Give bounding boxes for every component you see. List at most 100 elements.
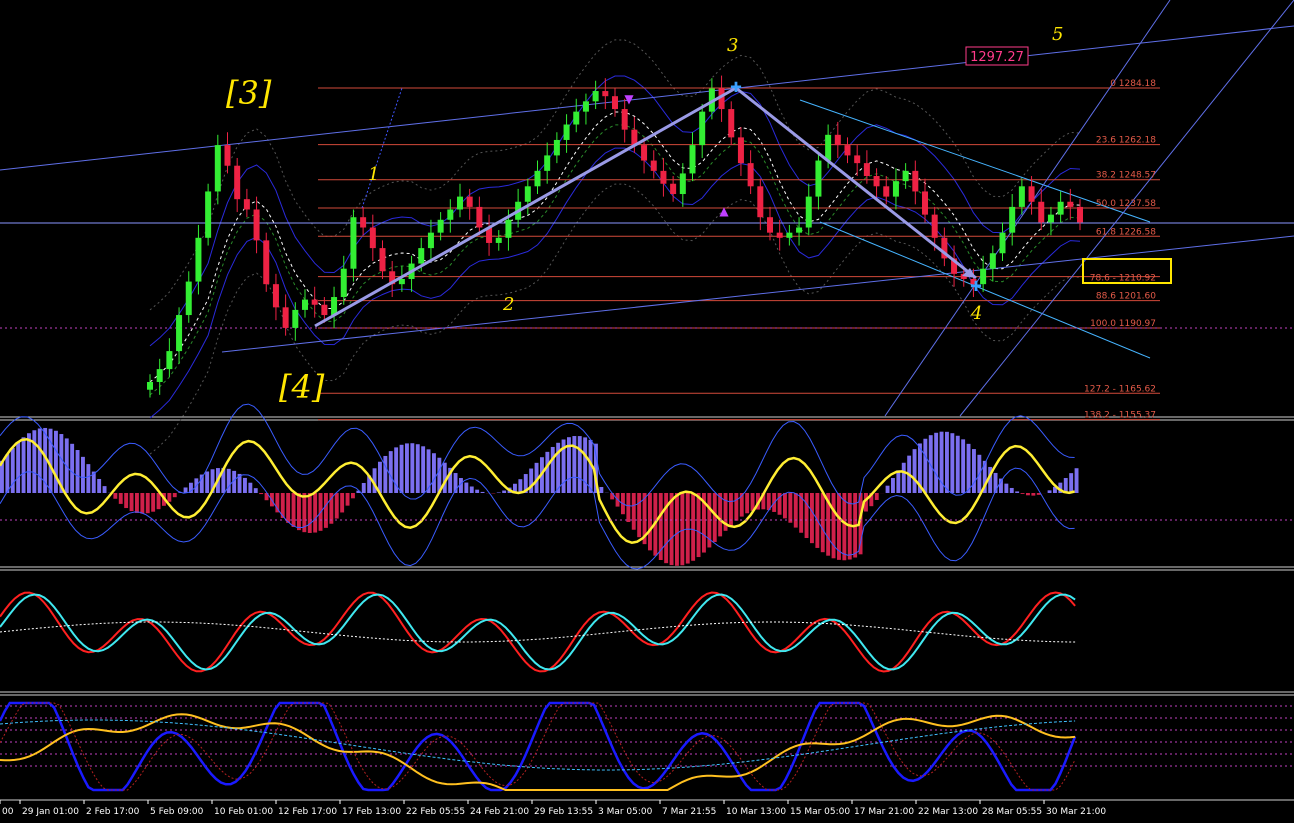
time-label: 17 Mar 21:00 <box>854 807 914 817</box>
candle-body <box>495 237 502 243</box>
candle-body <box>340 268 347 298</box>
fib-label: 61.8 1226.58 <box>1096 227 1156 237</box>
candle-body <box>815 160 822 197</box>
time-label: 15 Mar 05:00 <box>790 807 850 817</box>
arrow-up-icon: ▲ <box>719 204 729 218</box>
candle-body <box>728 109 735 138</box>
histogram-bar <box>480 491 485 493</box>
candle-body <box>292 309 299 328</box>
candle-body <box>214 145 221 192</box>
candle-body <box>166 351 173 370</box>
histogram-bar <box>378 461 382 493</box>
candle-body <box>427 232 434 249</box>
candle-body <box>902 170 909 182</box>
pivot-marker-4: ✚ <box>970 279 982 295</box>
histogram-bar <box>993 472 998 493</box>
histogram-bar <box>675 493 679 566</box>
candle-body <box>825 134 832 161</box>
histogram-bar <box>21 437 26 493</box>
histogram-bar <box>345 493 350 506</box>
histogram-bar <box>831 493 836 559</box>
histogram-bar <box>167 493 172 502</box>
histogram-bar <box>1009 487 1014 493</box>
histogram-bar <box>599 486 604 493</box>
candle-body <box>272 284 279 308</box>
histogram-bar <box>518 479 523 493</box>
histogram-bar <box>432 453 436 493</box>
candle-body <box>699 111 706 146</box>
histogram-bar <box>788 493 793 523</box>
wave-label-5: 5 <box>1052 24 1063 45</box>
candle-body <box>563 124 570 140</box>
wave-label-major-3: [3] <box>226 74 272 112</box>
time-label: 22 Feb 05:55 <box>406 807 465 817</box>
histogram-bar <box>388 451 393 493</box>
time-label: 00 <box>2 807 14 817</box>
histogram-bar <box>793 493 798 528</box>
candle-body <box>466 196 473 207</box>
time-label: 10 Mar 13:00 <box>726 807 786 817</box>
candle-body <box>737 137 744 164</box>
histogram-bar <box>135 493 139 513</box>
histogram-bar <box>1074 468 1079 493</box>
time-label: 30 Mar 21:00 <box>1046 807 1106 817</box>
candle-body <box>650 160 657 171</box>
histogram-bar <box>37 428 42 493</box>
histogram-bar <box>550 446 555 493</box>
candle-body <box>786 232 793 238</box>
candle-body <box>660 170 667 184</box>
candle-body <box>767 217 773 233</box>
histogram-bar <box>950 433 955 493</box>
histogram-bar <box>32 430 37 493</box>
histogram-bar <box>410 443 415 493</box>
histogram-bar <box>712 493 717 542</box>
histogram-bar <box>923 438 928 493</box>
histogram-bar <box>610 493 615 500</box>
candle-body <box>1077 206 1083 223</box>
arrow-down-icon: ▼ <box>624 92 634 106</box>
histogram-bar <box>394 447 399 493</box>
histogram-bar <box>961 439 966 493</box>
candle-body <box>999 232 1006 254</box>
histogram-bar <box>475 489 480 493</box>
candle-body <box>505 219 512 238</box>
candle-body <box>989 253 996 269</box>
wave-label-2: 2 <box>502 294 514 315</box>
price-tag-value: 1297.27 <box>970 50 1024 65</box>
candle-body <box>1028 186 1035 202</box>
histogram-bar <box>243 477 247 493</box>
candle-body <box>457 196 463 210</box>
histogram-bar <box>783 493 787 519</box>
time-label: 24 Feb 21:00 <box>470 807 529 817</box>
histogram-bar <box>842 493 847 561</box>
candle-body <box>176 315 183 352</box>
fib-label: 50.0 1237.58 <box>1096 199 1156 209</box>
histogram-bar <box>156 493 161 510</box>
histogram-bar <box>118 493 123 504</box>
time-label: 10 Feb 01:00 <box>214 807 273 817</box>
fib-label: 88.6 1201.60 <box>1096 292 1156 302</box>
candle-body <box>253 209 260 241</box>
histogram-bar <box>631 493 636 530</box>
histogram-bar <box>955 435 960 493</box>
time-label: 17 Feb 13:00 <box>342 807 401 817</box>
candle-body <box>854 155 861 164</box>
histogram-bar <box>804 493 809 539</box>
histogram-bar <box>145 493 150 514</box>
histogram-bar <box>27 433 31 493</box>
wave-label-major-4: [4] <box>279 368 325 406</box>
histogram-bar <box>820 493 825 553</box>
pivot-marker-3: ✚ <box>730 80 742 96</box>
candle-body <box>302 299 308 310</box>
time-label: 29 Jan 01:00 <box>22 807 79 817</box>
histogram-bar <box>1020 493 1025 494</box>
histogram-bar <box>734 493 739 521</box>
histogram-bar <box>124 493 129 509</box>
histogram-bar <box>928 435 933 493</box>
price-tag: 1297.27 <box>965 46 1029 66</box>
histogram-bar <box>502 490 507 493</box>
histogram-bar <box>583 437 588 493</box>
histogram-bar <box>691 493 696 561</box>
histogram-bar <box>469 486 474 493</box>
histogram-bar <box>1015 491 1020 493</box>
